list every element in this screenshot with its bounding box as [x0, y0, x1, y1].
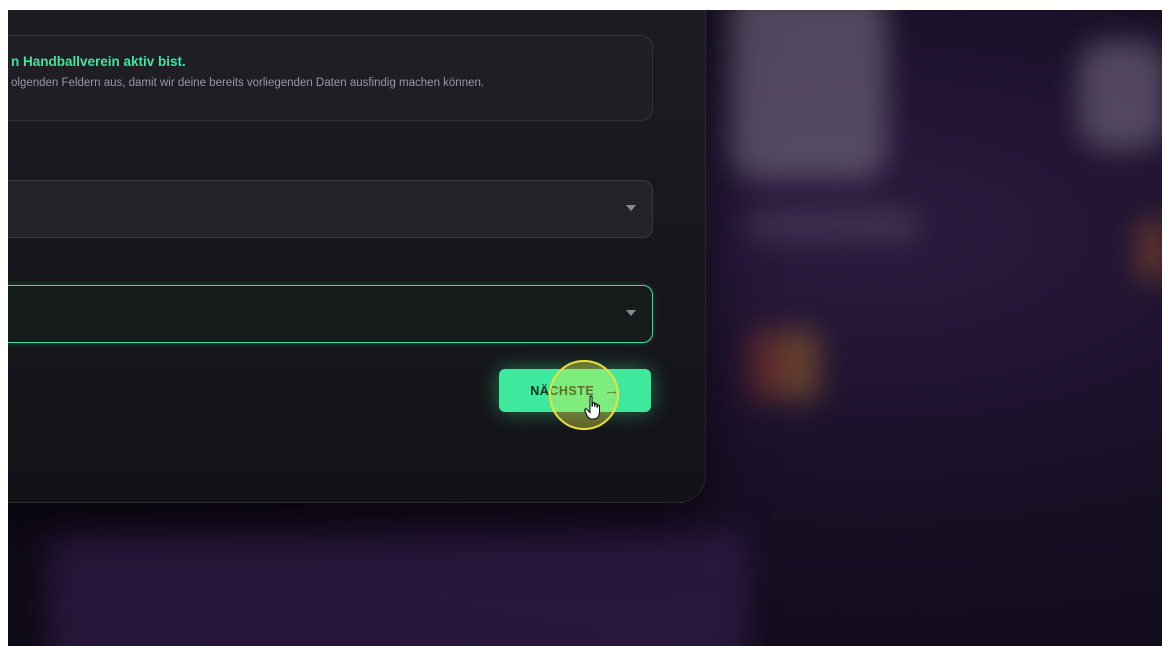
background-flag-blur — [748, 330, 818, 400]
background-text-blur — [748, 210, 918, 240]
chevron-down-icon — [626, 310, 636, 316]
background-purple-glow — [48, 530, 748, 646]
background-logo-blur — [728, 10, 888, 180]
registration-card: n Handballverein aktiv bist. olgenden Fe… — [8, 10, 706, 503]
first-select[interactable] — [8, 180, 653, 238]
hand-pointer-icon — [584, 395, 601, 420]
background-orange-blur — [1138, 220, 1162, 280]
second-select[interactable] — [8, 285, 653, 343]
background-logo-blur-secondary — [1078, 40, 1162, 150]
info-box: n Handballverein aktiv bist. olgenden Fe… — [8, 35, 653, 121]
chevron-down-icon — [626, 205, 636, 211]
info-text: olgenden Feldern aus, damit wir deine be… — [11, 77, 485, 89]
info-title: n Handballverein aktiv bist. — [11, 54, 186, 69]
page-viewport: n Handballverein aktiv bist. olgenden Fe… — [8, 10, 1162, 646]
